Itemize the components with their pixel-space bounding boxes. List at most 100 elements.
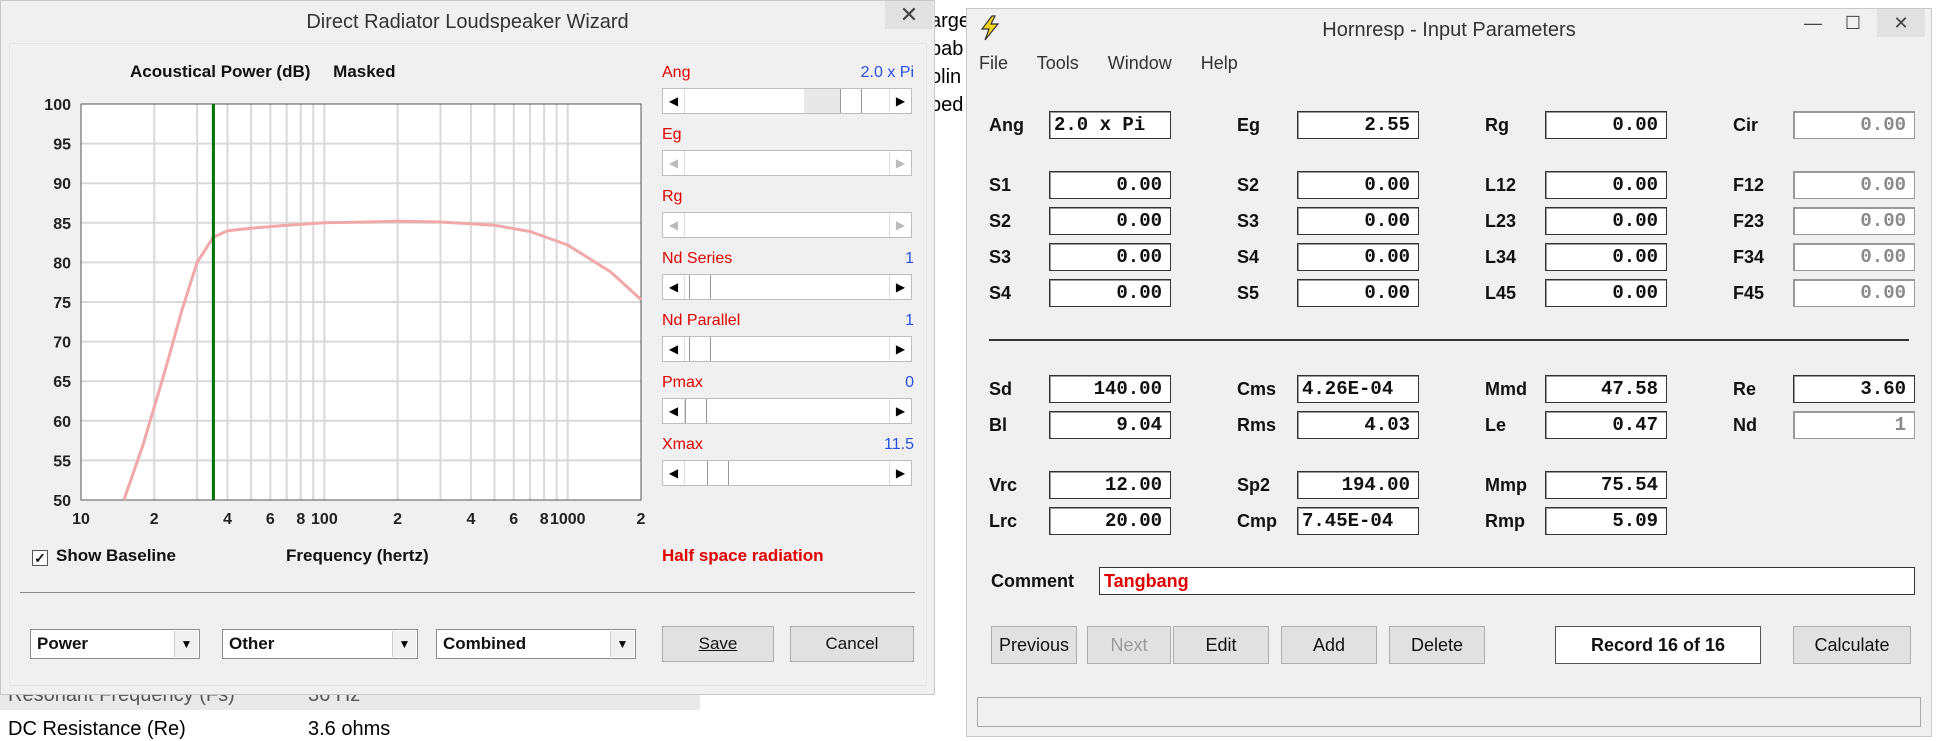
param-field[interactable]: 1 bbox=[1793, 411, 1915, 439]
param-field[interactable]: 0.00 bbox=[1049, 243, 1171, 271]
slider-thumb[interactable] bbox=[707, 461, 729, 485]
param-field[interactable]: 47.58 bbox=[1545, 375, 1667, 403]
param-field[interactable]: 0.00 bbox=[1793, 279, 1915, 307]
param-field[interactable]: 0.00 bbox=[1793, 243, 1915, 271]
scroll-right-icon[interactable]: ▶ bbox=[889, 89, 911, 113]
previous-button[interactable]: Previous bbox=[991, 626, 1077, 664]
slider-scrollbar[interactable]: ◀ ▶ bbox=[662, 398, 912, 424]
param-field[interactable]: 0.00 bbox=[1297, 171, 1419, 199]
scroll-right-icon[interactable]: ▶ bbox=[889, 151, 911, 175]
param-field[interactable]: 7.45E-04 bbox=[1297, 507, 1419, 535]
menu-file[interactable]: File bbox=[979, 53, 1008, 73]
param-field[interactable]: 0.00 bbox=[1297, 279, 1419, 307]
cancel-button[interactable]: Cancel bbox=[790, 626, 914, 662]
scroll-right-icon[interactable]: ▶ bbox=[889, 399, 911, 423]
scroll-left-icon[interactable]: ◀ bbox=[663, 275, 685, 299]
slider-track[interactable] bbox=[685, 275, 889, 299]
scroll-left-icon[interactable]: ◀ bbox=[663, 399, 685, 423]
scroll-left-icon[interactable]: ◀ bbox=[663, 337, 685, 361]
slider-track[interactable] bbox=[685, 461, 889, 485]
minimize-button[interactable]: — bbox=[1793, 9, 1833, 37]
param-label: Sd bbox=[989, 379, 1013, 399]
param-label: Cms bbox=[1237, 379, 1277, 399]
slider-scrollbar[interactable]: ◀ ▶ bbox=[662, 274, 912, 300]
param-field[interactable]: 2.55 bbox=[1297, 111, 1419, 139]
scroll-left-icon[interactable]: ◀ bbox=[663, 213, 685, 237]
combined-combo[interactable]: Combined ▼ bbox=[436, 629, 636, 659]
param-field[interactable]: 140.00 bbox=[1049, 375, 1171, 403]
param-label: Bl bbox=[989, 415, 1007, 435]
edit-button[interactable]: Edit bbox=[1173, 626, 1269, 664]
scroll-right-icon[interactable]: ▶ bbox=[889, 213, 911, 237]
slider-thumb[interactable] bbox=[685, 399, 707, 423]
param-field[interactable]: 0.00 bbox=[1793, 207, 1915, 235]
param-field[interactable]: 0.00 bbox=[1049, 279, 1171, 307]
param-field[interactable]: 20.00 bbox=[1049, 507, 1171, 535]
param-field[interactable]: 0.00 bbox=[1545, 207, 1667, 235]
param-field[interactable]: 0.00 bbox=[1297, 243, 1419, 271]
scroll-left-icon[interactable]: ◀ bbox=[663, 89, 685, 113]
slider-track[interactable] bbox=[685, 151, 889, 175]
param-field[interactable]: 0.00 bbox=[1545, 111, 1667, 139]
scroll-right-icon[interactable]: ▶ bbox=[889, 461, 911, 485]
comment-field[interactable]: Tangbang bbox=[1099, 567, 1915, 595]
param-field[interactable]: 9.04 bbox=[1049, 411, 1171, 439]
close-button[interactable]: ✕ bbox=[1877, 9, 1925, 37]
slider-value: 0 bbox=[905, 374, 914, 391]
param-field[interactable]: 0.00 bbox=[1545, 279, 1667, 307]
menu-tools[interactable]: Tools bbox=[1037, 53, 1079, 73]
param-field[interactable]: 0.00 bbox=[1793, 111, 1915, 139]
y-tick-label: 70 bbox=[53, 335, 71, 352]
slider-track[interactable] bbox=[685, 89, 889, 113]
scroll-right-icon[interactable]: ▶ bbox=[889, 337, 911, 361]
slider-thumb[interactable] bbox=[689, 275, 711, 299]
scroll-left-icon[interactable]: ◀ bbox=[663, 151, 685, 175]
slider-thumb[interactable] bbox=[840, 89, 862, 113]
param-field[interactable]: 0.00 bbox=[1049, 171, 1171, 199]
calculate-button[interactable]: Calculate bbox=[1793, 626, 1911, 664]
scroll-right-icon[interactable]: ▶ bbox=[889, 275, 911, 299]
param-field[interactable]: 0.00 bbox=[1545, 243, 1667, 271]
slider-scrollbar[interactable]: ◀ ▶ bbox=[662, 460, 912, 486]
param-field[interactable]: 0.00 bbox=[1545, 171, 1667, 199]
next-button[interactable]: Next bbox=[1087, 626, 1171, 664]
slider-track[interactable] bbox=[685, 213, 889, 237]
chevron-down-icon[interactable]: ▼ bbox=[610, 631, 634, 657]
param-field[interactable]: 0.47 bbox=[1545, 411, 1667, 439]
param-field[interactable]: 5.09 bbox=[1545, 507, 1667, 535]
slider-track[interactable] bbox=[685, 337, 889, 361]
param-field[interactable]: 4.26E-04 bbox=[1297, 375, 1419, 403]
param-field[interactable]: 0.00 bbox=[1049, 207, 1171, 235]
param-label: F23 bbox=[1733, 211, 1765, 231]
save-button[interactable]: Save bbox=[662, 626, 774, 662]
add-button[interactable]: Add bbox=[1281, 626, 1377, 664]
slider-scrollbar[interactable]: ◀ ▶ bbox=[662, 88, 912, 114]
param-field[interactable]: 3.60 bbox=[1793, 375, 1915, 403]
param-field[interactable]: 75.54 bbox=[1545, 471, 1667, 499]
slider-scrollbar[interactable]: ◀ ▶ bbox=[662, 336, 912, 362]
param-label: S4 bbox=[1237, 247, 1260, 267]
param-field[interactable]: 0.00 bbox=[1297, 207, 1419, 235]
menu-help[interactable]: Help bbox=[1201, 53, 1238, 73]
slider-scrollbar[interactable]: ◀ ▶ bbox=[662, 150, 912, 176]
chevron-down-icon[interactable]: ▼ bbox=[174, 631, 198, 657]
chevron-down-icon[interactable]: ▼ bbox=[392, 631, 416, 657]
scroll-left-icon[interactable]: ◀ bbox=[663, 461, 685, 485]
slider-track[interactable] bbox=[685, 399, 889, 423]
x-axis-label: Frequency (hertz) bbox=[286, 546, 429, 565]
delete-button[interactable]: Delete bbox=[1389, 626, 1485, 664]
param-field[interactable]: 0.00 bbox=[1793, 171, 1915, 199]
power-combo[interactable]: Power ▼ bbox=[30, 629, 200, 659]
param-label: L12 bbox=[1485, 175, 1517, 195]
other-combo[interactable]: Other ▼ bbox=[222, 629, 418, 659]
slider-thumb[interactable] bbox=[689, 337, 711, 361]
param-field[interactable]: 194.00 bbox=[1297, 471, 1419, 499]
maximize-button[interactable]: ☐ bbox=[1833, 9, 1873, 37]
show-baseline-checkbox[interactable]: ✓ Show Baseline bbox=[32, 546, 176, 566]
wizard-close-button[interactable]: ✕ bbox=[885, 1, 933, 29]
slider-scrollbar[interactable]: ◀ ▶ bbox=[662, 212, 912, 238]
param-field[interactable]: 2.0 x Pi bbox=[1049, 111, 1171, 139]
param-field[interactable]: 12.00 bbox=[1049, 471, 1171, 499]
menu-window[interactable]: Window bbox=[1108, 53, 1172, 73]
param-field[interactable]: 4.03 bbox=[1297, 411, 1419, 439]
